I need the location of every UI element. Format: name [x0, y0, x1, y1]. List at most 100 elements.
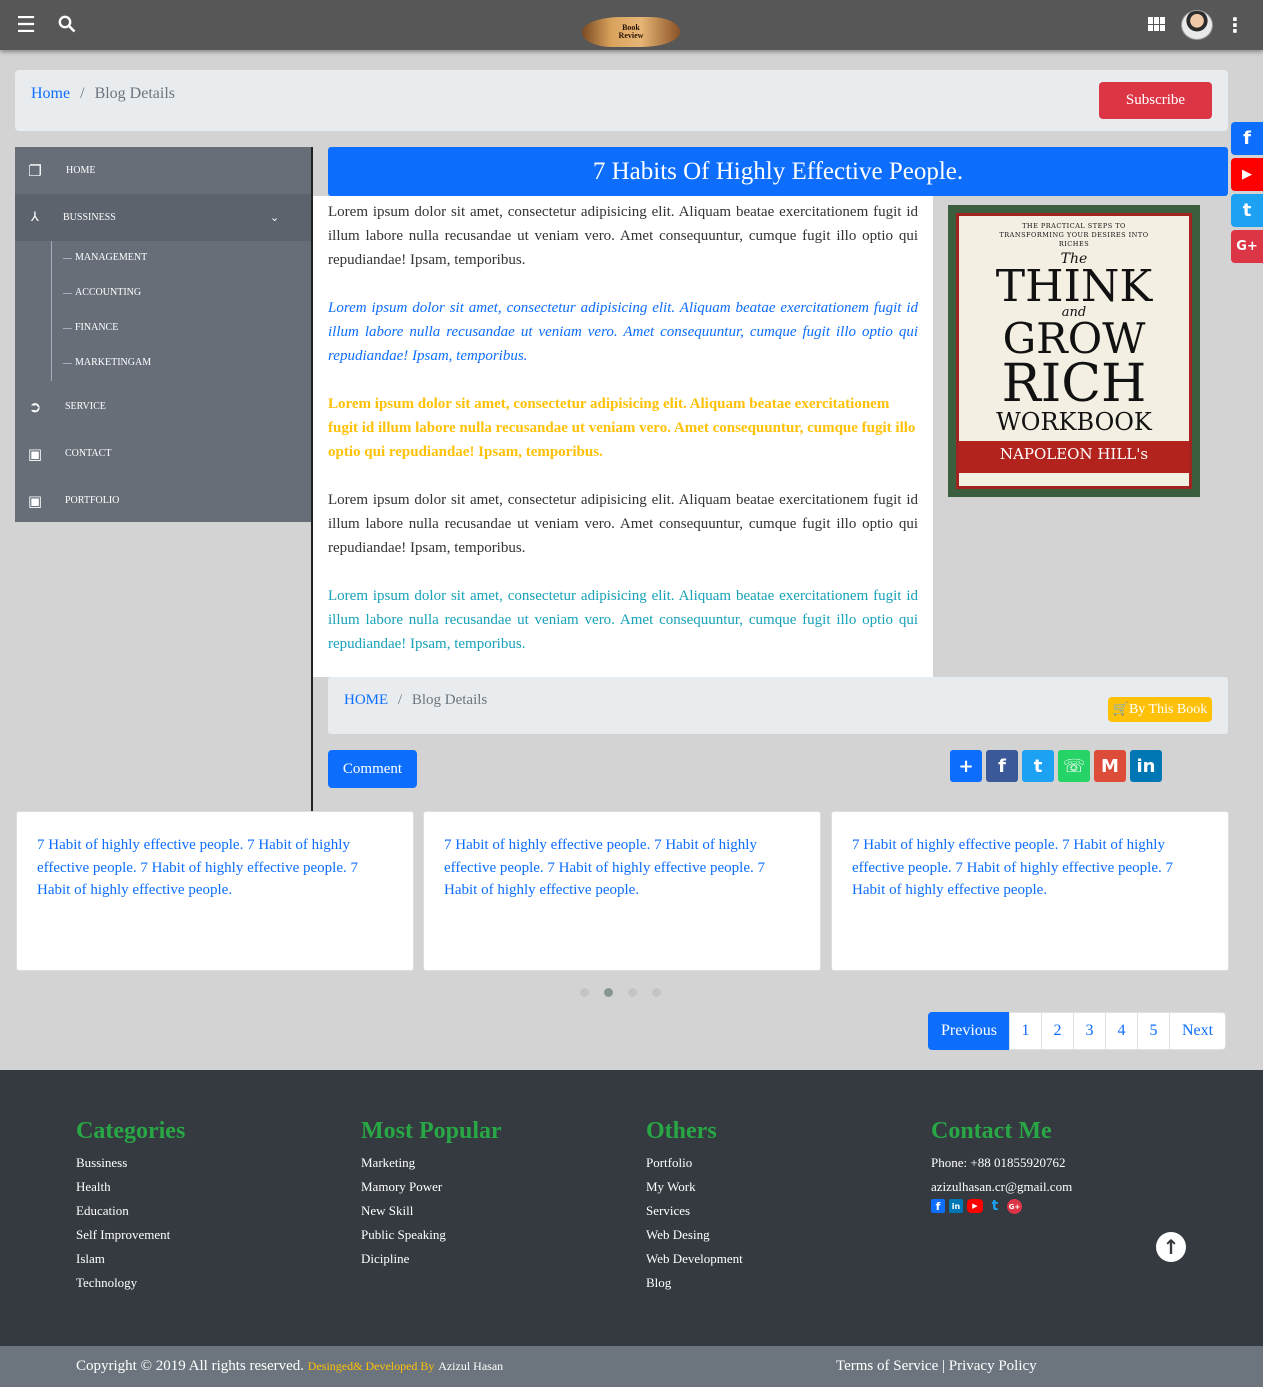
chevron-down-icon: ⌄ — [270, 211, 280, 224]
pagination-page-4[interactable]: 4 — [1105, 1012, 1138, 1050]
footer-link[interactable]: Web Development — [646, 1251, 743, 1275]
cart-icon: 🛒 — [1112, 702, 1129, 717]
designed-by-text: Desinged& Developed By — [307, 1359, 435, 1373]
article-paragraph: Lorem ipsum dolor sit amet, consectetur … — [328, 204, 918, 268]
copy-icon: ❐ — [28, 161, 42, 180]
pagination-page-5[interactable]: 5 — [1137, 1012, 1170, 1050]
carousel-dot[interactable] — [628, 988, 637, 997]
breadcrumb: Home / Blog Details — [31, 85, 175, 103]
copyright-text-group: Copyright © 2019 All rights reserved. De… — [76, 1358, 503, 1375]
share-add-icon[interactable]: + — [950, 750, 982, 782]
pagination-page-1[interactable]: 1 — [1009, 1012, 1042, 1050]
article-paragraph: Lorem ipsum dolor sit amet, consectetur … — [328, 396, 916, 460]
carousel-dot[interactable] — [652, 988, 661, 997]
footer-link[interactable]: Portfolio — [646, 1155, 743, 1179]
privacy-link[interactable]: Privacy Policy — [949, 1358, 1037, 1374]
share-facebook-icon[interactable]: f — [986, 750, 1018, 782]
terms-link[interactable]: Terms of Service — [836, 1358, 938, 1374]
sidebar-subitem-marketing[interactable]: MARKETINGAM — [62, 357, 151, 368]
twitter-icon[interactable]: t — [987, 1198, 1003, 1214]
footer-link[interactable]: Marketing — [361, 1155, 502, 1179]
footer-heading: Most Popular — [361, 1118, 502, 1144]
breadcrumb-bottom: HOME / Blog Details — [344, 692, 487, 709]
footer-link[interactable]: Education — [76, 1203, 185, 1227]
carousel-card[interactable]: 7 Habit of highly effective people. 7 Ha… — [423, 811, 821, 971]
pagination-next[interactable]: Next — [1169, 1012, 1226, 1050]
carousel-dot[interactable] — [580, 988, 589, 997]
pagination-page-3[interactable]: 3 — [1073, 1012, 1106, 1050]
submenu-guide-line — [51, 241, 52, 381]
footer-heading: Contact Me — [931, 1118, 1052, 1144]
footer-link[interactable]: Services — [646, 1203, 743, 1227]
facebook-icon[interactable]: f — [931, 1199, 945, 1213]
pagination-page-2[interactable]: 2 — [1041, 1012, 1074, 1050]
sidebar-item-label: CONTACT — [65, 448, 112, 459]
grid-icon[interactable] — [1148, 17, 1166, 31]
footer-most-popular: Most Popular Marketing Mamory Power New … — [361, 1118, 502, 1275]
kebab-icon[interactable]: ⋮ — [1225, 13, 1245, 37]
share-twitter-icon[interactable]: t — [1022, 750, 1054, 782]
user-avatar[interactable] — [1181, 10, 1213, 40]
footer-link[interactable]: Health — [76, 1179, 185, 1203]
twitter-side-icon[interactable]: t — [1231, 194, 1263, 227]
book-title-think: THINK — [995, 261, 1153, 312]
legal-separator: | — [942, 1358, 946, 1374]
footer-link[interactable]: Technology — [76, 1275, 185, 1299]
search-icon[interactable] — [56, 13, 78, 35]
share-whatsapp-icon[interactable]: ☏ — [1058, 750, 1090, 782]
breadcrumb-home-link[interactable]: HOME — [344, 692, 388, 708]
buy-book-button[interactable]: 🛒 By This Book — [1108, 697, 1212, 722]
share-gmail-icon[interactable]: M — [1094, 750, 1126, 782]
breadcrumb-panel — [15, 70, 1228, 131]
breadcrumb-home-link[interactable]: Home — [31, 85, 70, 102]
carousel-card[interactable]: 7 Habit of highly effective people. 7 Ha… — [831, 811, 1229, 971]
share-linkedin-icon[interactable]: in — [1130, 750, 1162, 782]
footer-contact: Contact Me Phone: +88 01855920762 azizul… — [931, 1118, 1072, 1214]
footer-categories: Categories Bussiness Health Education Se… — [76, 1118, 185, 1299]
carousel-dot-active[interactable] — [604, 988, 613, 997]
footer-link[interactable]: Islam — [76, 1251, 185, 1275]
comment-button[interactable]: Comment — [328, 750, 417, 788]
sidebar-item-business[interactable]: ⅄ BUSSINESS ⌄ — [15, 194, 311, 241]
logo-text-line2: Review — [618, 31, 644, 40]
hamburger-icon[interactable]: ☰ — [14, 13, 38, 38]
subscribe-button[interactable]: Subscribe — [1099, 82, 1212, 119]
footer-link[interactable]: Dicipline — [361, 1251, 502, 1275]
youtube-icon[interactable]: ▶ — [967, 1199, 983, 1213]
sidebar-item-label: PORTFOLIO — [65, 495, 120, 506]
sidebar-subitem-accounting[interactable]: ACCOUNTING — [62, 287, 141, 298]
footer-link[interactable]: Mamory Power — [361, 1179, 502, 1203]
carousel-card[interactable]: 7 Habit of highly effective people. 7 Ha… — [16, 811, 414, 971]
contact-email[interactable]: azizulhasan.cr@gmail.com — [931, 1179, 1072, 1199]
pagination-previous[interactable]: Previous — [928, 1012, 1010, 1050]
footer-link[interactable]: Public Speaking — [361, 1227, 502, 1251]
footer-link[interactable]: Blog — [646, 1275, 743, 1299]
sidebar-item-home[interactable]: ❐ HOME — [15, 147, 311, 194]
footer-link[interactable]: New Skill — [361, 1203, 502, 1227]
linkedin-icon[interactable]: in — [949, 1199, 963, 1213]
youtube-side-icon[interactable]: ▶ — [1231, 158, 1263, 191]
copyright-bar: Copyright © 2019 All rights reserved. De… — [0, 1346, 1263, 1387]
sidebar-subitem-finance[interactable]: FINANCE — [62, 322, 118, 333]
facebook-side-icon[interactable]: f — [1231, 122, 1263, 155]
footer — [0, 1070, 1263, 1346]
article-paragraph: Lorem ipsum dolor sit amet, consectetur … — [328, 300, 918, 364]
google-plus-side-icon[interactable]: G+ — [1231, 230, 1263, 263]
sidebar-subitem-management[interactable]: MANAGEMENT — [62, 252, 147, 263]
article-paragraph: Lorem ipsum dolor sit amet, consectetur … — [328, 492, 918, 556]
footer-heading: Categories — [76, 1118, 186, 1144]
sidebar-item-label: HOME — [66, 165, 96, 176]
footer-link[interactable]: Bussiness — [76, 1155, 185, 1179]
footer-link[interactable]: Self Improvement — [76, 1227, 185, 1251]
sidebar-item-service[interactable]: ➲ SERVICE — [15, 383, 311, 430]
google-plus-icon[interactable]: G+ — [1007, 1199, 1022, 1214]
book-title-grow: GROW — [1002, 314, 1146, 363]
scroll-to-top-icon[interactable]: ↑ — [1156, 1232, 1186, 1262]
sidebar-item-portfolio[interactable]: ▣ PORTFOLIO — [15, 477, 311, 524]
site-logo[interactable]: Book Review — [582, 17, 680, 47]
contact-phone: Phone: +88 01855920762 — [931, 1155, 1066, 1170]
footer-link[interactable]: Web Desing — [646, 1227, 743, 1251]
sidebar-item-contact[interactable]: ▣ CONTACT — [15, 430, 311, 477]
breadcrumb-separator: / — [397, 692, 403, 708]
footer-link[interactable]: My Work — [646, 1179, 743, 1203]
